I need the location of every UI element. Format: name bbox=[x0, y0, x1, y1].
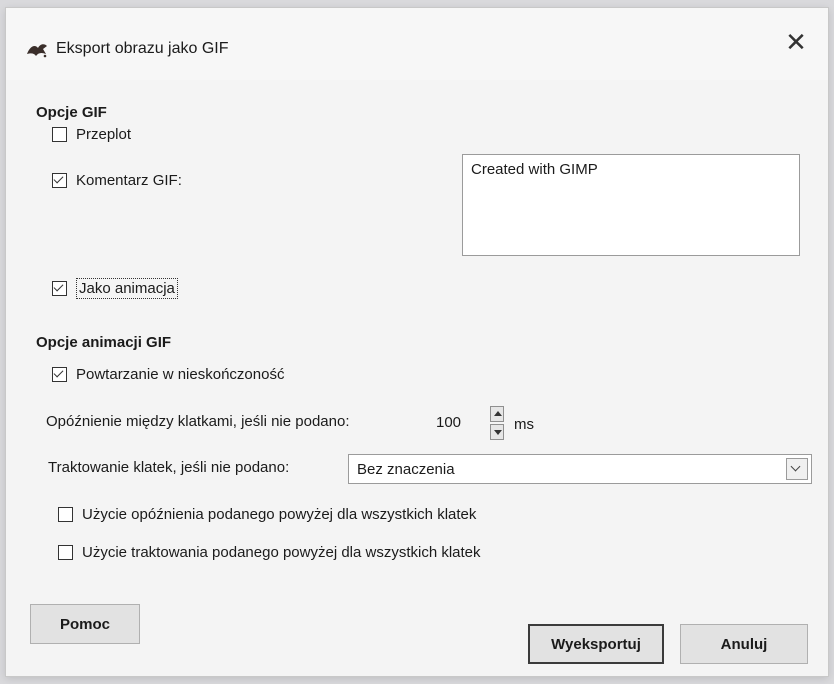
close-icon[interactable]: ✕ bbox=[784, 29, 808, 55]
delay-label: Opóźnienie między klatkami, jeśli nie po… bbox=[46, 413, 350, 430]
gimp-icon bbox=[27, 44, 47, 58]
delay-spin-buttons bbox=[490, 406, 504, 440]
use-disposal-all-checkbox[interactable]: Użycie traktowania podanego powyżej dla … bbox=[58, 544, 481, 561]
export-gif-dialog: Eksport obrazu jako GIF ✕ Opcje GIF Prze… bbox=[6, 8, 828, 676]
spin-up-icon[interactable] bbox=[490, 406, 504, 422]
as-animation-checkbox[interactable]: Jako animacja bbox=[52, 278, 178, 299]
delay-spinbox[interactable]: 100 bbox=[430, 410, 486, 436]
disposal-dropdown[interactable]: Bez znaczenia bbox=[348, 454, 812, 484]
interlace-checkbox[interactable]: Przeplot bbox=[52, 126, 131, 143]
as-animation-checkbox-box[interactable] bbox=[52, 281, 67, 296]
gif-options-title: Opcje GIF bbox=[36, 104, 107, 121]
gif-comment-checkbox[interactable]: Komentarz GIF: bbox=[52, 172, 182, 189]
help-button[interactable]: Pomoc bbox=[30, 604, 140, 644]
gif-comment-label: Komentarz GIF: bbox=[76, 172, 182, 189]
window-title: Eksport obrazu jako GIF bbox=[56, 40, 229, 57]
gif-comment-checkbox-box[interactable] bbox=[52, 173, 67, 188]
loop-forever-checkbox-box[interactable] bbox=[52, 367, 67, 382]
interlace-checkbox-box[interactable] bbox=[52, 127, 67, 142]
interlace-label: Przeplot bbox=[76, 126, 132, 143]
use-disposal-all-label: Użycie traktowania podanego powyżej dla … bbox=[82, 544, 481, 561]
gif-comment-text: Created with GIMP bbox=[471, 161, 598, 178]
gif-comment-textarea[interactable]: Created with GIMP bbox=[462, 154, 800, 256]
disposal-selected: Bez znaczenia bbox=[357, 461, 455, 478]
use-delay-all-label: Użycie opóźnienia podanego powyżej dla w… bbox=[82, 506, 477, 523]
loop-forever-checkbox[interactable]: Powtarzanie w nieskończoność bbox=[52, 366, 284, 383]
export-button[interactable]: Wyeksportuj bbox=[528, 624, 664, 664]
chevron-down-icon[interactable] bbox=[786, 458, 808, 480]
use-delay-all-checkbox[interactable]: Użycie opóźnienia podanego powyżej dla w… bbox=[58, 506, 476, 523]
loop-forever-label: Powtarzanie w nieskończoność bbox=[76, 366, 285, 383]
use-disposal-all-checkbox-box[interactable] bbox=[58, 545, 73, 560]
title-bar: Eksport obrazu jako GIF ✕ bbox=[6, 8, 828, 80]
as-animation-label: Jako animacja bbox=[76, 278, 178, 299]
animation-options-title: Opcje animacji GIF bbox=[36, 334, 172, 351]
spin-down-icon[interactable] bbox=[490, 424, 504, 440]
use-delay-all-checkbox-box[interactable] bbox=[58, 507, 73, 522]
cancel-button[interactable]: Anuluj bbox=[680, 624, 808, 664]
disposal-label: Traktowanie klatek, jeśli nie podano: bbox=[48, 459, 290, 476]
delay-unit: ms bbox=[514, 416, 534, 433]
